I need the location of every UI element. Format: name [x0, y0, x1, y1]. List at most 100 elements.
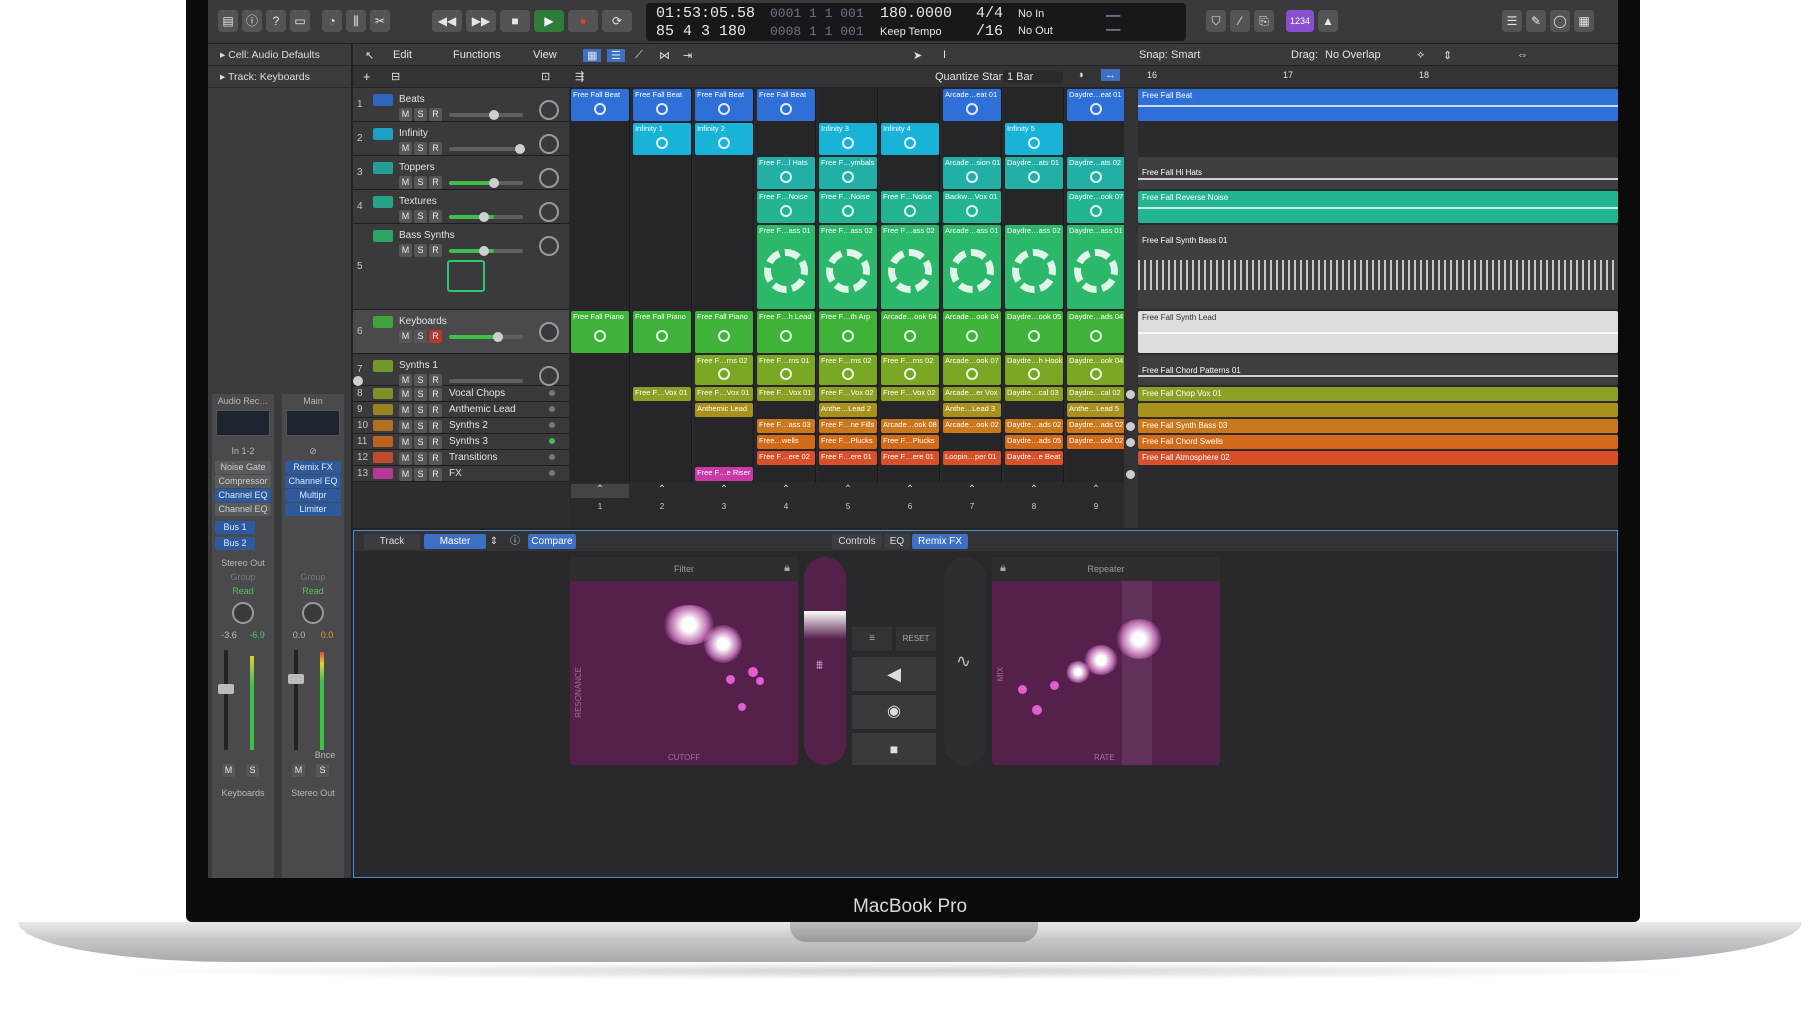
track-region[interactable]: [1138, 467, 1618, 481]
pan-knob[interactable]: [539, 134, 559, 154]
mute-button[interactable]: M: [399, 330, 412, 343]
notepad-icon[interactable]: ✎: [1526, 10, 1546, 32]
track-name[interactable]: Textures: [399, 196, 437, 207]
cell-1-2[interactable]: Free Fall Beat: [633, 89, 691, 121]
view-menu[interactable]: View: [533, 49, 557, 61]
volume-slider[interactable]: [449, 379, 523, 383]
solo-button[interactable]: S: [414, 436, 427, 449]
queued-cell-dot[interactable]: [1126, 390, 1135, 399]
cell-4-7[interactable]: Backw…Vox 01: [943, 191, 1001, 223]
track-name[interactable]: Infinity: [399, 128, 428, 139]
cell-10-8[interactable]: Daydre…ads 02: [1005, 419, 1063, 433]
cell-6-9[interactable]: Daydre…ads 04: [1067, 311, 1125, 353]
cell-5-7[interactable]: Arcade…ass 01: [943, 225, 1001, 309]
volume-slider[interactable]: [449, 181, 523, 185]
loop-browser-icon[interactable]: ◯: [1550, 10, 1570, 32]
scene-trigger-icon[interactable]: ⌃: [943, 484, 1001, 498]
track-header[interactable]: 1 Beats M S R: [353, 88, 569, 122]
pan-knob[interactable]: [232, 602, 254, 624]
cell-3-9[interactable]: Daydre…ats 02: [1067, 157, 1125, 189]
track-header[interactable]: 7 Synths 1MSR: [353, 354, 569, 387]
stop-button[interactable]: ■: [500, 10, 530, 32]
reverse-icon[interactable]: ◀: [852, 657, 936, 691]
cell-8-2[interactable]: Free F…Vox 01: [633, 387, 691, 401]
downsampler-slider[interactable]: ∿: [944, 557, 986, 765]
record-enable-button[interactable]: R: [429, 404, 442, 417]
cell-12-8[interactable]: Daydre…e Beat: [1005, 451, 1063, 465]
tab-controls[interactable]: Controls: [832, 534, 882, 549]
volume-slider[interactable]: [449, 147, 523, 151]
back-icon[interactable]: ↖: [365, 49, 374, 62]
cell-12-7[interactable]: Loopin…per 01: [943, 451, 1001, 465]
queue-icon[interactable]: ◑: [1077, 69, 1084, 81]
cell-10-4[interactable]: Free F…ass 03: [757, 419, 815, 433]
plugin-slot[interactable]: Channel EQ: [215, 489, 271, 502]
cell-4-4[interactable]: Free F…Noise: [757, 191, 815, 223]
solo-button[interactable]: S: [414, 330, 427, 343]
cell-13-3[interactable]: Free F…e Riser: [695, 467, 753, 481]
cell-6-2[interactable]: Free Fall Piano: [633, 311, 691, 353]
cell-5-8[interactable]: Daydre…ass 02: [1005, 225, 1063, 309]
cell-5-6[interactable]: Free F…ass 02: [881, 225, 939, 309]
track-name[interactable]: Anthemic Lead: [449, 404, 516, 415]
cell-8-6[interactable]: Free F…Vox 02: [881, 387, 939, 401]
send-bus-1[interactable]: Bus 1: [215, 521, 255, 534]
scene-trigger-icon[interactable]: ⌃: [757, 484, 815, 498]
scene-trigger-icon[interactable]: ⌃: [633, 484, 691, 498]
plugin-slot[interactable]: Limiter: [285, 503, 341, 516]
solo-button[interactable]: S: [414, 176, 427, 189]
global-tracks-icon[interactable]: ⊟: [391, 70, 400, 83]
rewind-button[interactable]: ◀◀: [432, 10, 462, 32]
drag-dropdown[interactable]: No Overlap: [1325, 49, 1381, 61]
cell-4-6[interactable]: Free F…Noise: [881, 191, 939, 223]
text-tool-icon[interactable]: I: [943, 49, 946, 61]
waveform-zoom-icon[interactable]: ⟡: [1417, 49, 1424, 62]
strip-automation[interactable]: Read: [282, 586, 344, 596]
grid-view-icon[interactable]: ▦: [583, 49, 602, 62]
repeater-xy-pad[interactable]: Repeater 🔒︎ MIX RATE: [992, 557, 1220, 765]
cell-8-8[interactable]: Daydre…cal 03: [1005, 387, 1063, 401]
track-region[interactable]: Free Fall Reverse Noise: [1138, 191, 1618, 223]
cell-3-5[interactable]: Free F…ymbals: [819, 157, 877, 189]
cell-7-8[interactable]: Daydre…h Hook: [1005, 355, 1063, 385]
reset-button[interactable]: RESET: [896, 627, 936, 651]
solo-icon[interactable]: ⁄: [1230, 10, 1250, 32]
cell-10-7[interactable]: Arcade…ook 02: [943, 419, 1001, 433]
play-button[interactable]: ▶: [534, 10, 564, 32]
lock-icon[interactable]: 🔒︎: [784, 562, 790, 575]
tab-master[interactable]: Master: [424, 534, 486, 549]
mute-button[interactable]: M: [399, 404, 412, 417]
quantize-dropdown[interactable]: 1 Bar: [1003, 71, 1064, 83]
track-region[interactable]: [1138, 403, 1618, 417]
cycle-button[interactable]: ⟳: [602, 10, 632, 32]
lcd-display[interactable]: 01:53:05.58 85 4 3 180 0001 1 1 001 0008…: [646, 3, 1186, 41]
strip-group[interactable]: Group: [282, 572, 344, 582]
list-editors-icon[interactable]: ☰: [1502, 10, 1522, 32]
cell-4-9[interactable]: Daydre…ook 07: [1067, 191, 1125, 223]
cell-11-4[interactable]: Free…wells: [757, 435, 815, 449]
cell-12-6[interactable]: Free F…ere 01: [881, 451, 939, 465]
queued-cell-dot[interactable]: [1126, 470, 1135, 479]
scene-trigger-icon[interactable]: ⌃: [1067, 484, 1125, 498]
cell-8-5[interactable]: Free F…Vox 02: [819, 387, 877, 401]
track-name[interactable]: Bass Synths: [399, 230, 455, 241]
cell-10-6[interactable]: Arcade…ook 08: [881, 419, 939, 433]
solo-button[interactable]: S: [316, 764, 329, 777]
mute-button[interactable]: M: [399, 176, 412, 189]
scene-trigger-icon[interactable]: ⌃: [881, 484, 939, 498]
track-header[interactable]: 13 FX M S R: [353, 466, 569, 482]
tracks-view-icon[interactable]: ☰: [607, 49, 625, 62]
pan-knob[interactable]: [539, 366, 559, 386]
volume-knob[interactable]: [515, 144, 525, 154]
mute-button[interactable]: M: [399, 142, 412, 155]
cell-3-4[interactable]: Free F…l Hats: [757, 157, 815, 189]
volume-fader[interactable]: [294, 650, 298, 750]
scratch-icon[interactable]: ◉: [852, 695, 936, 729]
mute-button[interactable]: M: [399, 468, 412, 481]
metronome-icon[interactable]: ▲: [1318, 10, 1338, 32]
scene-trigger-icon[interactable]: ⌃: [1005, 484, 1063, 498]
send-bus-2[interactable]: Bus 2: [215, 537, 255, 550]
cell-11-9[interactable]: Daydre…ook 02: [1067, 435, 1125, 449]
pan-indicator[interactable]: [549, 422, 555, 428]
mute-button[interactable]: M: [399, 420, 412, 433]
